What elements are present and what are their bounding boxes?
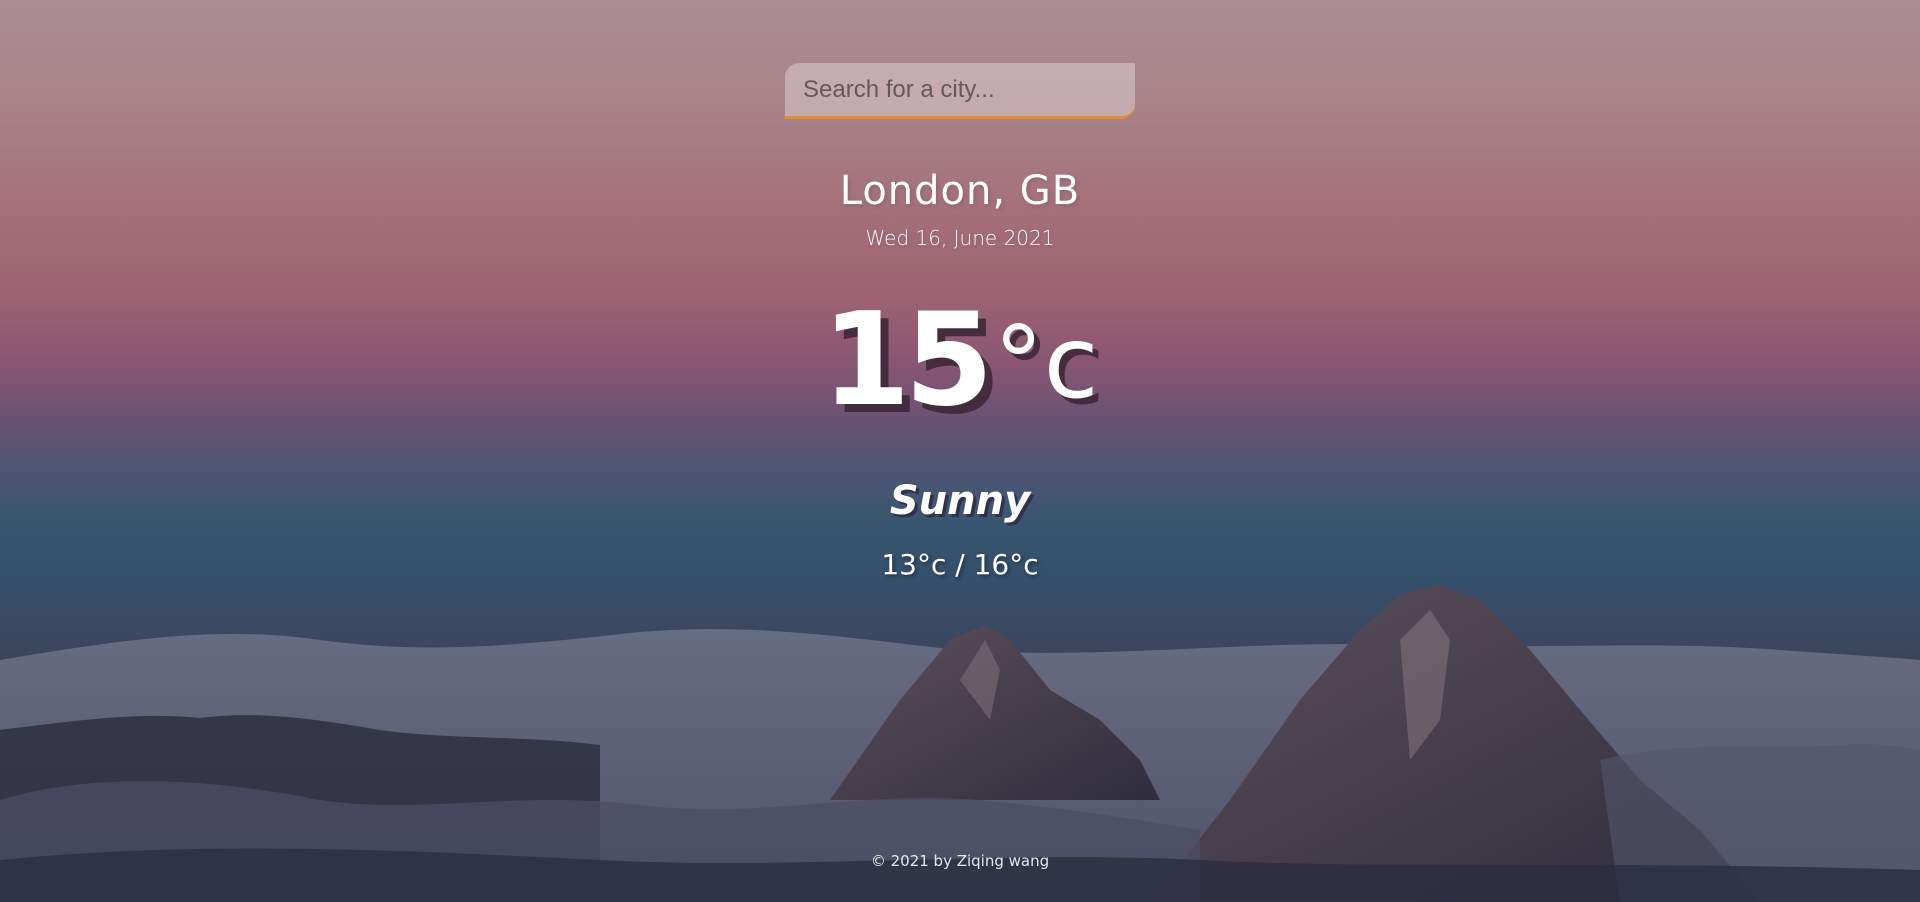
city-name: London, GB [839,168,1081,214]
city-search-input[interactable] [785,63,1135,119]
temperature-display: 15°c [0,297,1920,425]
footer-copyright: © 2021 by Ziqing wang [870,852,1050,870]
current-date: Wed 16, June 2021 [865,226,1055,250]
mountain-background [0,585,1920,902]
hi-low-temperature: 13°c / 16°c [881,548,1039,581]
search-bar [785,63,1135,119]
temperature-unit: °c [993,304,1099,421]
weather-condition: Sunny [889,478,1031,524]
weather-app: London, GB Wed 16, June 2021 15°c Sunny … [0,0,1920,902]
temperature-value: 15 [821,286,993,435]
